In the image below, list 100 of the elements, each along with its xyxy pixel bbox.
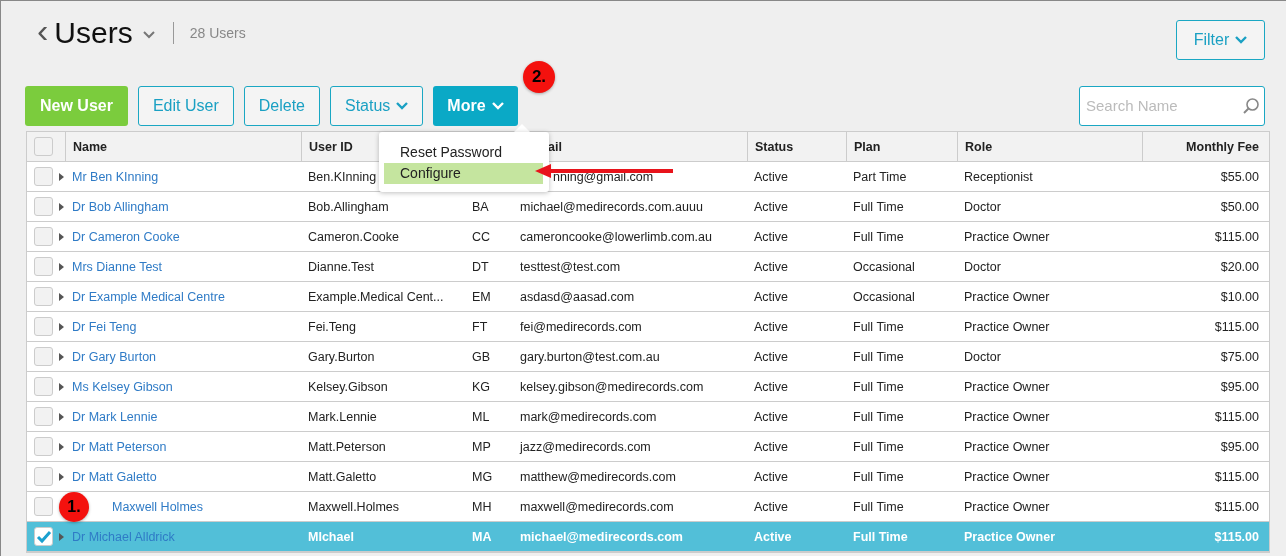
user-id-cell: Kelsey.Gibson xyxy=(308,379,388,394)
initials-cell: MA xyxy=(472,529,492,544)
initials-cell: MH xyxy=(472,499,492,514)
table-row[interactable]: Dr Cameron Cooke Cameron.Cooke CC cameroncooke@lowerlimb.com.au Active Full Time Practice Owner $115.00 xyxy=(27,222,1269,252)
table-row[interactable]: Ms Kelsey Gibson Kelsey.Gibson KG kelsey.gibson@medirecords.com Active Full Time Practice Owner $95.00 xyxy=(27,372,1269,402)
fee-cell: $115.00 xyxy=(1214,319,1259,334)
status-cell: Active xyxy=(754,469,789,484)
user-count: 28 Users xyxy=(189,25,246,41)
initials-cell: KG xyxy=(472,379,491,394)
back-button[interactable]: ‹ xyxy=(37,13,49,47)
initials-cell: ML xyxy=(472,409,490,424)
plan-cell: Full Time xyxy=(853,529,908,544)
plan-cell: Occasional xyxy=(853,289,915,304)
user-id-cell: MIchael xyxy=(308,529,354,544)
user-id-cell: Fei.Teng xyxy=(308,319,356,334)
role-cell: Practice Owner xyxy=(964,529,1055,544)
email-cell: maxwell@medirecords.com xyxy=(520,499,674,514)
role-cell: Practice Owner xyxy=(964,229,1050,244)
step-badge: 1. xyxy=(59,491,89,522)
user-id-cell: Gary.Burton xyxy=(308,349,375,364)
fee-cell: $75.00 xyxy=(1220,349,1259,364)
name-link[interactable]: Dr Matt Peterson xyxy=(72,439,167,454)
email-cell: fei@medirecords.com xyxy=(520,319,642,334)
email-cell: mark@medirecords.com xyxy=(520,409,657,424)
user-id-cell: Cameron.Cooke xyxy=(308,229,399,244)
name-link[interactable]: Dr Bob Allingham xyxy=(72,199,169,214)
name-link[interactable]: Mrs Dianne Test xyxy=(72,259,163,274)
page-title: Users xyxy=(54,16,133,50)
status-cell: Active xyxy=(754,319,789,334)
role-cell: Practice Owner xyxy=(964,499,1050,514)
initials-cell: MG xyxy=(472,469,493,484)
name-link[interactable]: Mr Ben KInning xyxy=(72,169,159,184)
user-id-cell: Matt.Peterson xyxy=(308,439,386,454)
initials-cell: DT xyxy=(472,259,489,274)
user-id-cell: Ben.KInning xyxy=(308,169,377,184)
initials-cell: BA xyxy=(472,199,489,214)
email-cell: michael@medirecords.com.auuu xyxy=(520,199,703,214)
fee-cell: $115.00 xyxy=(1214,409,1259,424)
status-cell: Active xyxy=(754,439,789,454)
fee-cell: $115.00 xyxy=(1214,499,1259,514)
role-cell: Doctor xyxy=(964,259,1001,274)
column-header[interactable]: Name xyxy=(73,139,108,154)
plan-cell: Full Time xyxy=(853,379,904,394)
plan-cell: Full Time xyxy=(853,439,904,454)
initials-cell: FT xyxy=(472,319,488,334)
fee-cell: $115.00 xyxy=(1214,469,1259,484)
email-cell: kelsey.gibson@medirecords.com xyxy=(520,379,704,394)
role-cell: Practice Owner xyxy=(964,469,1050,484)
status-cell: Active xyxy=(754,169,789,184)
name-link[interactable]: Dr Example Medical Centre xyxy=(72,289,225,304)
menu-item[interactable]: Configure xyxy=(384,163,543,184)
plan-cell: Full Time xyxy=(853,409,904,424)
initials-cell: MP xyxy=(472,439,491,454)
name-link[interactable]: Dr Cameron Cooke xyxy=(72,229,180,244)
table-row[interactable]: Dr Matt Galetto Matt.Galetto MG matthew@medirecords.com Active Full Time Practice Owner $115.00 xyxy=(27,462,1269,492)
column-header[interactable]: ail xyxy=(548,139,562,154)
name-link[interactable]: Ms Kelsey Gibson xyxy=(72,379,173,394)
column-header[interactable]: Status xyxy=(755,139,794,154)
email-cell: michael@medirecords.com xyxy=(520,529,683,544)
role-cell: Doctor xyxy=(964,199,1001,214)
role-cell: Practice Owner xyxy=(964,319,1050,334)
role-cell: Practice Owner xyxy=(964,379,1050,394)
status-cell: Active xyxy=(754,199,789,214)
user-id-cell: Dianne.Test xyxy=(308,259,374,274)
fee-cell: $50.00 xyxy=(1220,199,1259,214)
table-row[interactable]: Dr Bob Allingham Bob.Allingham BA michael@medirecords.com.auuu Active Full Time Doctor $50.00 xyxy=(27,192,1269,222)
menu-item[interactable]: Reset Password xyxy=(384,142,543,163)
column-header[interactable]: Monthly Fee xyxy=(1186,139,1259,154)
plan-cell: Full Time xyxy=(853,349,904,364)
column-header[interactable]: User ID xyxy=(309,139,353,154)
fee-cell: $95.00 xyxy=(1220,379,1259,394)
plan-cell: Full Time xyxy=(853,469,904,484)
fee-cell: $20.00 xyxy=(1220,259,1259,274)
role-cell: Receptionist xyxy=(964,169,1033,184)
search-field[interactable]: Search Name xyxy=(1079,85,1265,126)
status-cell: Active xyxy=(754,259,789,274)
plan-cell: Full Time xyxy=(853,319,904,334)
table-row[interactable]: Dr Matt Peterson Matt.Peterson MP jazz@medirecords.com Active Full Time Practice Owner $95.00 xyxy=(27,432,1269,462)
table-row[interactable]: Dr Fei Teng Fei.Teng FT fei@medirecords.com Active Full Time Practice Owner $115.00 xyxy=(27,312,1269,342)
column-header[interactable]: Plan xyxy=(854,139,881,154)
table-row[interactable]: Mrs Dianne Test Dianne.Test DT testtest@test.com Active Occasional Doctor $20.00 xyxy=(27,252,1269,282)
table-row[interactable]: Dr Example Medical Centre Example.Medical Cent... EM asdasd@aasad.com Active Occasional Practice Owner $10.00 xyxy=(27,282,1269,312)
role-cell: Practice Owner xyxy=(964,439,1050,454)
name-link[interactable]: Maxwell Holmes xyxy=(112,499,203,514)
name-link[interactable]: Dr Matt Galetto xyxy=(72,469,157,484)
name-link[interactable]: Dr Mark Lennie xyxy=(72,409,158,424)
name-link[interactable]: Dr Gary Burton xyxy=(72,349,157,364)
table-row[interactable]: Dr Gary Burton Gary.Burton GB gary.burton@test.com.au Active Full Time Doctor $75.00 xyxy=(27,342,1269,372)
role-cell: Practice Owner xyxy=(964,409,1050,424)
email-cell: matthew@medirecords.com xyxy=(520,469,676,484)
fee-cell: $115.00 xyxy=(1214,229,1259,244)
email-cell: asdasd@aasad.com xyxy=(520,289,635,304)
email-cell: nning@gmail.com xyxy=(553,169,654,184)
user-id-cell: Maxwell.Holmes xyxy=(308,499,399,514)
status-cell: Active xyxy=(754,499,789,514)
column-header[interactable]: Role xyxy=(965,139,993,154)
table-row[interactable]: Dr Mark Lennie Mark.Lennie ML mark@medirecords.com Active Full Time Practice Owner $115.00 xyxy=(27,402,1269,432)
plan-cell: Part Time xyxy=(853,169,907,184)
email-cell: jazz@medirecords.com xyxy=(520,439,651,454)
name-link[interactable]: Dr Fei Teng xyxy=(72,319,137,334)
